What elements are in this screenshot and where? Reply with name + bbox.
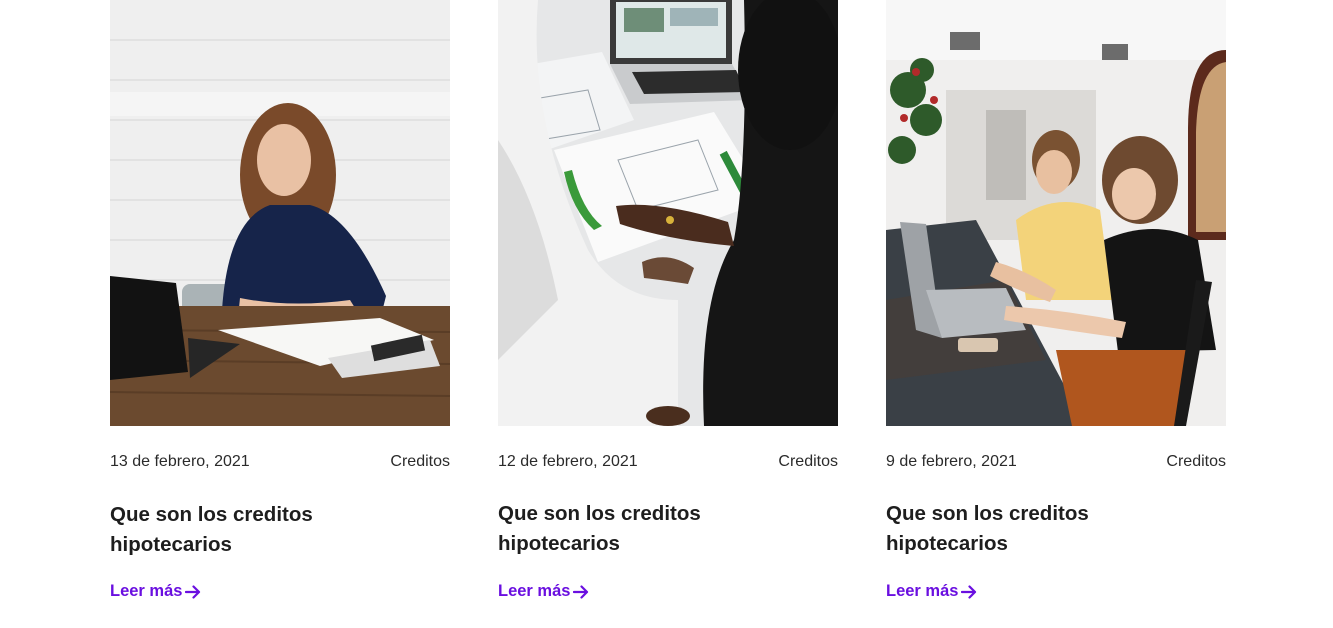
post-category[interactable]: Creditos [390,453,450,471]
post-title[interactable]: Que son los creditos hipotecarios [498,499,758,559]
blog-card: 9 de febrero, 2021 Creditos Que son los … [886,0,1226,600]
blog-card-image[interactable] [886,0,1226,426]
read-more-link[interactable]: Leer más [498,582,589,601]
blog-card-meta: 12 de febrero, 2021 Creditos [498,452,838,472]
read-more-label: Leer más [886,582,959,600]
women-working-laptop-photo [886,0,1226,426]
read-more-label: Leer más [110,582,183,600]
post-date: 9 de febrero, 2021 [886,453,1017,470]
arrow-right-icon [185,584,201,599]
arrow-right-icon [961,584,977,599]
blog-card-image[interactable] [110,0,450,426]
blog-card-meta: 13 de febrero, 2021 Creditos [110,452,450,472]
post-date: 13 de febrero, 2021 [110,453,250,470]
post-title[interactable]: Que son los creditos hipotecarios [110,500,370,560]
blog-card: 13 de febrero, 2021 Creditos Que son los… [110,0,450,600]
post-category[interactable]: Creditos [778,453,838,471]
woman-at-desk-photo [110,0,450,426]
blog-card: 12 de febrero, 2021 Creditos Que son los… [498,0,838,600]
post-title[interactable]: Que son los creditos hipotecarios [886,499,1146,559]
blog-card-image[interactable] [498,0,838,426]
people-reviewing-plans-photo [498,0,838,426]
read-more-link[interactable]: Leer más [886,582,977,601]
post-date: 12 de febrero, 2021 [498,453,638,470]
blog-card-grid: 13 de febrero, 2021 Creditos Que son los… [0,0,1333,628]
read-more-link[interactable]: Leer más [110,582,201,601]
blog-card-meta: 9 de febrero, 2021 Creditos [886,452,1226,472]
read-more-label: Leer más [498,582,571,600]
post-category[interactable]: Creditos [1166,453,1226,471]
arrow-right-icon [573,584,589,599]
